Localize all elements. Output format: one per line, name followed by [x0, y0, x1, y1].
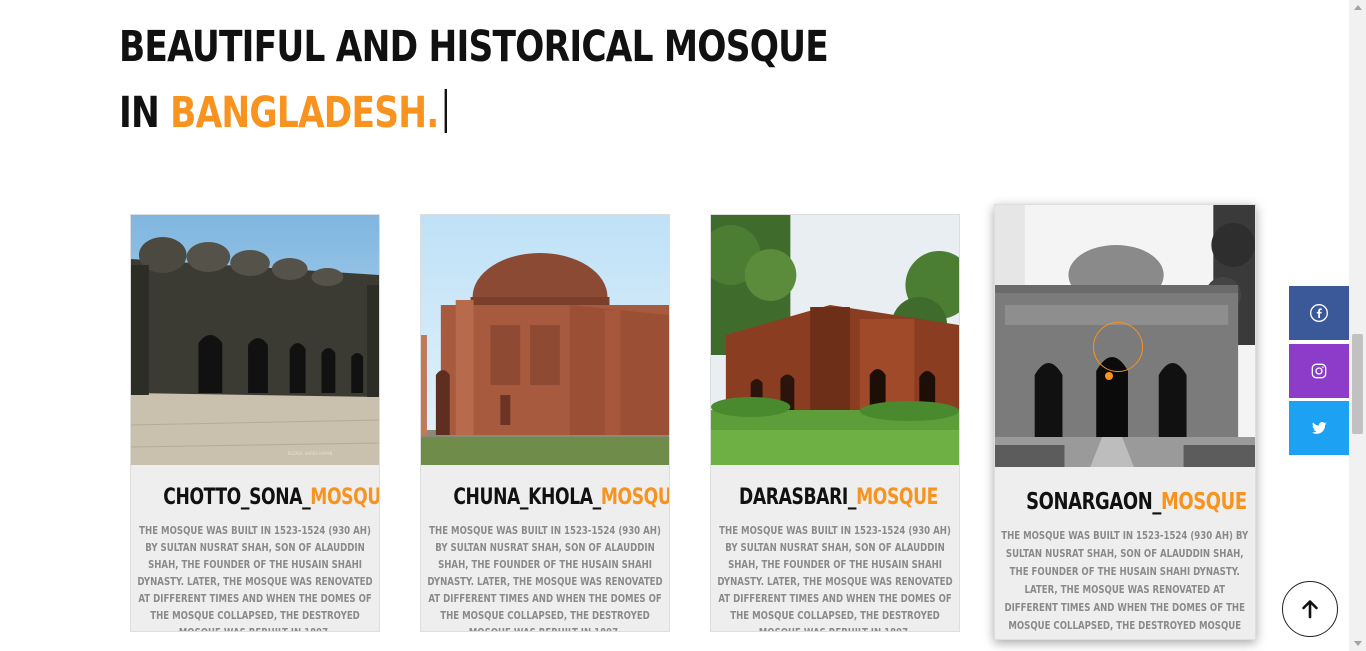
scroll-up-icon[interactable] — [1354, 5, 1362, 10]
photo-watermark: REZAUL BAREE HAYAN — [288, 451, 333, 456]
heading-line-2-accent: BANGLADESH. — [170, 88, 439, 138]
card-description-text: THE MOSQUE WAS BUILT IN 1523-1524 (930 A… — [137, 524, 373, 631]
mosque-photo: REZAUL BAREE HAYAN — [131, 215, 379, 465]
card-title-accent: MOSQUE — [1160, 489, 1247, 515]
chotto-sona-mosque-image: REZAUL BAREE HAYAN — [131, 215, 379, 465]
card-title: DARASBARI_MOSQUE — [711, 485, 959, 510]
mosque-card-chotto-sona[interactable]: REZAUL BAREE HAYAN CHOTTO_SONA_MOSQUE TH… — [130, 214, 380, 632]
facebook-share-button[interactable] — [1289, 286, 1349, 340]
card-title-accent: MOSQUE — [600, 485, 669, 510]
arrow-up-icon — [1302, 600, 1318, 619]
card-description: THE MOSQUE WAS BUILT IN 1523-1524 (930 A… — [137, 522, 373, 631]
card-title: SONARGAON_MOSQUE — [995, 489, 1255, 515]
mosque-card-sonargaon[interactable]: SONARGAON_MOSQUE THE MOSQUE WAS BUILT IN… — [994, 204, 1256, 640]
chuna-khola-mosque-image — [421, 215, 669, 465]
card-title-prefix: CHOTTO_SONA_ — [163, 485, 311, 510]
mosque-card-chuna-khola[interactable]: CHUNA_KHOLA_MOSQUE THE MOSQUE WAS BUILT … — [420, 214, 670, 632]
card-title: CHUNA_KHOLA_MOSQUE — [421, 485, 669, 510]
card-description: THE MOSQUE WAS BUILT IN 1523-1524 (930 A… — [1001, 527, 1249, 639]
darasbari-mosque-image — [711, 215, 959, 465]
scrollbar-thumb[interactable] — [1352, 334, 1363, 434]
mosque-photo — [421, 215, 669, 465]
mosque-card-darasbari[interactable]: DARASBARI_MOSQUE THE MOSQUE WAS BUILT IN… — [710, 214, 960, 632]
mosque-photo — [995, 205, 1255, 467]
card-description: THE MOSQUE WAS BUILT IN 1523-1524 (930 A… — [427, 522, 663, 631]
card-title: CHOTTO_SONA_MOSQUE — [131, 485, 379, 510]
card-title-prefix: CHUNA_KHOLA_ — [453, 485, 601, 510]
heading-line-2-prefix: IN — [119, 88, 171, 138]
twitter-icon — [1311, 422, 1327, 434]
twitter-share-button[interactable] — [1289, 401, 1349, 455]
page-scrollbar[interactable] — [1349, 0, 1366, 651]
mosque-photo — [711, 215, 959, 465]
card-description-text: THE MOSQUE WAS BUILT IN 1523-1524 (930 A… — [427, 524, 663, 631]
typing-cursor — [444, 89, 448, 133]
card-description-text: THE MOSQUE WAS BUILT IN 1523-1524 (930 A… — [1001, 529, 1249, 639]
card-title-accent: MOSQUE — [310, 485, 380, 510]
card-description-text: THE MOSQUE WAS BUILT IN 1523-1524 (930 A… — [717, 524, 953, 631]
instagram-share-button[interactable] — [1289, 344, 1349, 398]
card-description: THE MOSQUE WAS BUILT IN 1523-1524 (930 A… — [717, 522, 953, 631]
sonargaon-mosque-image — [995, 205, 1255, 467]
scroll-down-icon[interactable] — [1354, 641, 1362, 646]
card-title-prefix: DARASBARI_ — [739, 485, 857, 510]
card-title-accent: MOSQUE — [856, 485, 939, 510]
card-title-prefix: SONARGAON_ — [1026, 489, 1161, 515]
heading-line-1: BEAUTIFUL AND HISTORICAL MOSQUE — [119, 22, 829, 72]
instagram-icon — [1311, 363, 1327, 379]
page-heading: BEAUTIFUL AND HISTORICAL MOSQUE IN BANGL… — [119, 14, 829, 146]
facebook-icon — [1310, 304, 1328, 322]
back-to-top-button[interactable] — [1282, 581, 1338, 637]
